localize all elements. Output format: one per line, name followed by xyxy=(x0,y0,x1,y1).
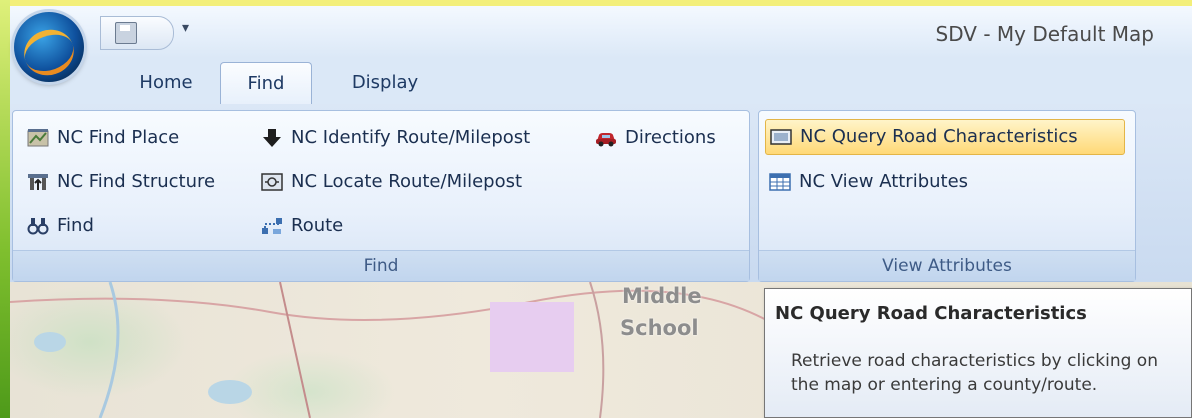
down-arrow-icon xyxy=(263,129,281,147)
left-border xyxy=(0,0,10,418)
title-bar: ▾ SDV - My Default Map xyxy=(10,6,1192,58)
nc-query-road-characteristics-button[interactable]: NC Query Road Characteristics xyxy=(765,119,1125,155)
nc-view-attributes-button[interactable]: NC View Attributes xyxy=(765,165,968,199)
nc-query-road-characteristics-label: NC Query Road Characteristics xyxy=(800,126,1078,147)
nc-identify-route-milepost-button[interactable]: NC Identify Route/Milepost xyxy=(257,121,530,155)
save-icon[interactable] xyxy=(115,22,137,44)
quick-access-toolbar xyxy=(100,16,174,50)
nc-locate-route-milepost-button[interactable]: NC Locate Route/Milepost xyxy=(257,165,522,199)
query-icon xyxy=(770,129,792,145)
route-label: Route xyxy=(291,215,344,236)
map-label-middle: Middle xyxy=(622,284,702,308)
tab-home[interactable]: Home xyxy=(118,62,214,104)
find-label: Find xyxy=(57,215,94,236)
view-attributes-group-label: View Attributes xyxy=(759,250,1135,281)
nc-find-structure-label: NC Find Structure xyxy=(57,171,216,192)
find-button[interactable]: Find xyxy=(23,209,94,243)
car-icon xyxy=(596,133,616,147)
find-group-label: Find xyxy=(13,250,749,281)
binoculars-icon xyxy=(27,218,49,235)
nc-view-attributes-label: NC View Attributes xyxy=(799,171,969,192)
application-window: ▾ SDV - My Default Map Home Find Display… xyxy=(0,0,1192,418)
map-place-icon xyxy=(27,129,49,147)
directions-label: Directions xyxy=(625,127,716,148)
route-button[interactable]: Route xyxy=(257,209,343,243)
nc-identify-route-milepost-label: NC Identify Route/Milepost xyxy=(291,127,531,148)
map-label-school: School xyxy=(620,316,699,340)
tooltip: NC Query Road Characteristics Retrieve r… xyxy=(764,288,1192,418)
application-orb-button[interactable] xyxy=(14,12,84,83)
window-title: SDV - My Default Map xyxy=(935,22,1154,46)
directions-button[interactable]: Directions xyxy=(591,121,716,155)
find-group: NC Find Place NC Find Structure Find NC … xyxy=(12,110,750,282)
nc-find-place-button[interactable]: NC Find Place xyxy=(23,121,179,155)
nc-locate-route-milepost-label: NC Locate Route/Milepost xyxy=(291,171,523,192)
tab-find[interactable]: Find xyxy=(220,62,312,105)
globe-swirl-icon xyxy=(17,22,81,83)
table-icon xyxy=(769,173,791,191)
nc-find-structure-button[interactable]: NC Find Structure xyxy=(23,165,215,199)
structure-icon xyxy=(28,174,48,190)
nc-find-place-label: NC Find Place xyxy=(57,127,180,148)
quick-access-menu-icon[interactable]: ▾ xyxy=(182,20,189,36)
locate-icon xyxy=(261,173,283,191)
route-icon xyxy=(262,218,282,234)
ribbon-tabs: Home Find Display xyxy=(10,58,1192,105)
ribbon-panel: NC Find Place NC Find Structure Find NC … xyxy=(10,104,1192,282)
tooltip-title: NC Query Road Characteristics xyxy=(775,303,1087,324)
tab-display[interactable]: Display xyxy=(326,62,444,104)
view-attributes-group: NC Query Road Characteristics NC View At… xyxy=(758,110,1136,282)
tooltip-body: Retrieve road characteristics by clickin… xyxy=(791,351,1158,395)
